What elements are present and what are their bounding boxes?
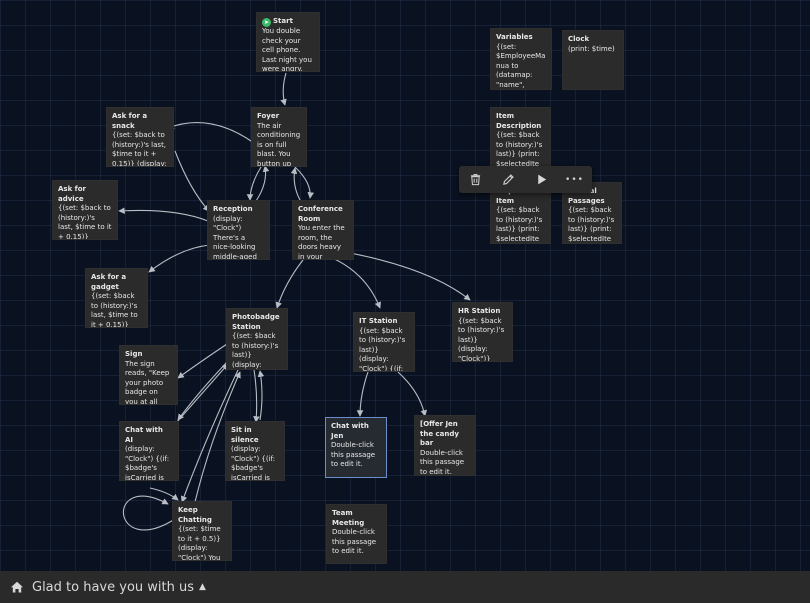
passage-excerpt: {(set: $back to (history:)'s last)} (pri… [496, 206, 543, 243]
passage-hr-station[interactable]: HR Station {(set: $back to (history:)'s … [452, 302, 513, 362]
passage-start[interactable]: ➤ Start You double check your cell phone.… [256, 12, 320, 72]
passage-sign[interactable]: Sign The sign reads, "Keep your photo ba… [119, 345, 178, 405]
trash-icon [470, 173, 481, 186]
passage-excerpt: {(set: $back to (history:)'s last)} (dis… [359, 326, 406, 372]
passage-title: Chat with Jen [331, 422, 369, 440]
passage-clock[interactable]: Clock (print: $time) [562, 30, 624, 90]
story-map[interactable]: ➤ Start You double check your cell phone.… [0, 0, 810, 571]
passage-toolbar: ••• [459, 166, 592, 193]
passage-excerpt: (display: "Clock") There's a nice-lookin… [213, 214, 257, 260]
link-reception-advice [118, 207, 209, 222]
passage-title: Sign [125, 350, 143, 358]
passage-excerpt: {(set: $back to (history:)'s last, $time… [58, 204, 112, 240]
link-photobadge-sit [253, 369, 260, 423]
link-start-foyer [280, 72, 287, 106]
passage-title: Clock [568, 35, 590, 43]
passage-offer-jen-candy-bar[interactable]: [Offer Jen the candy bar Double-click th… [414, 415, 476, 476]
delete-button[interactable] [459, 166, 492, 193]
home-icon[interactable] [10, 580, 24, 594]
passage-conference-room[interactable]: Conference Room You enter the room, the … [292, 200, 354, 260]
link-photobadge-sign [177, 341, 231, 379]
passage-team-meeting[interactable]: Team Meeting Double-click this passage t… [326, 504, 387, 564]
link-keep-self [122, 495, 176, 531]
passage-keep-chatting[interactable]: Keep Chatting {(set: $time to it + 0.5)}… [172, 501, 232, 561]
passage-ask-advice[interactable]: Ask for advice {(set: $back to (history:… [52, 180, 118, 240]
pencil-icon [503, 174, 514, 185]
passage-title: [Offer Jen the candy bar [420, 420, 459, 447]
edit-button[interactable] [492, 166, 525, 193]
passage-title: Photobadge Station [232, 313, 280, 331]
link-reception-gadget [148, 244, 211, 273]
link-snack-reception [174, 150, 210, 212]
passage-title: Variables [496, 33, 533, 41]
passage-title: Item Description [496, 112, 542, 130]
passage-photobadge-station[interactable]: Photobadge Station {(set: $back to (hist… [226, 308, 288, 370]
passage-foyer[interactable]: Foyer The air conditioning is on full bl… [251, 107, 307, 167]
passage-title: Keep Chatting [178, 506, 212, 524]
passage-title: Team Meeting [332, 509, 365, 527]
passage-title: Sit in silence [231, 426, 259, 444]
more-button[interactable]: ••• [558, 166, 591, 193]
footer-bar[interactable]: Glad to have you with us ▲ [0, 571, 810, 603]
passage-title: Chat with AI [125, 426, 163, 444]
passage-variables[interactable]: Variables {(set: $EmployeeManua to (data… [490, 28, 552, 90]
passage-excerpt: {(set: $back to (history:)'s last)} (pri… [568, 206, 615, 243]
passage-sit-in-silence[interactable]: Sit in silence (display: "Clock") {(if: … [225, 421, 285, 481]
passage-item-description[interactable]: Item Description {(set: $back to (histor… [490, 107, 551, 169]
passage-chat-with-jen[interactable]: Chat with Jen Double-click this passage … [325, 417, 387, 478]
passage-title: IT Station [359, 317, 398, 325]
passage-excerpt: (print: $time) [568, 44, 615, 53]
link-conference-it [324, 254, 381, 309]
play-icon [538, 174, 547, 185]
ellipsis-icon: ••• [565, 174, 584, 185]
passage-excerpt: {(set: $back to (history:)'s last, $time… [112, 131, 167, 167]
passage-excerpt: (display: "Clock") {(if: $badge's isCarr… [231, 445, 276, 481]
link-sit-photobadge [257, 370, 265, 421]
passage-excerpt: {(set: $time to it + 0.5)} (display: "Cl… [178, 525, 221, 561]
caret-up-icon[interactable]: ▲ [199, 582, 206, 592]
passage-excerpt: (display: "Clock") {(if: $badge's isCarr… [125, 445, 170, 481]
passage-title: Ask for a gadget [91, 273, 127, 291]
link-reception-foyer [255, 165, 270, 202]
passage-title: Foyer [257, 112, 280, 120]
link-conference-foyer [290, 167, 301, 201]
link-it-offerjen [397, 371, 428, 417]
passage-excerpt: {(set: $back to (history:)'s last)} (pri… [496, 131, 543, 168]
passage-excerpt: You enter the room, the doors heavy in y… [298, 224, 345, 260]
passage-chat-with-ai[interactable]: Chat with AI (display: "Clock") {(if: $b… [119, 421, 179, 481]
passage-title: Ask for advice [58, 185, 86, 203]
link-conference-photobadge [275, 259, 304, 309]
passage-excerpt: {(set: $back to (history:)'s last)} (dis… [232, 332, 279, 369]
passage-ask-snack[interactable]: Ask for a snack {(set: $back to (history… [106, 107, 174, 167]
passage-title: Reception [213, 205, 253, 213]
rocket-icon: ➤ [262, 18, 271, 27]
passage-excerpt: {(set: $back to (history:)'s last)} (dis… [458, 316, 507, 362]
passage-excerpt: The air conditioning is on full blast. Y… [257, 121, 301, 167]
passage-ask-gadget[interactable]: Ask for a gadget {(set: $back to (histor… [85, 268, 148, 328]
passage-title: HR Station [458, 307, 501, 315]
passage-it-station[interactable]: IT Station {(set: $back to (history:)'s … [353, 312, 415, 372]
passage-excerpt: Double-click this passage to edit it. [331, 441, 378, 468]
passage-title: Ask for a snack [112, 112, 148, 130]
passage-excerpt: You double check your cell phone. Last n… [262, 27, 312, 72]
passage-reception[interactable]: Reception (display: "Clock") There's a n… [207, 200, 270, 260]
passage-title: Start [273, 17, 293, 25]
link-foyer-snack [167, 122, 255, 144]
passage-excerpt: Double-click this passage to edit it. [332, 528, 379, 555]
passage-title: Conference Room [298, 205, 343, 223]
link-conference-hr [344, 251, 471, 301]
passage-excerpt: Double-click this passage to edit it. [420, 448, 467, 476]
footer-label[interactable]: Glad to have you with us [32, 580, 194, 595]
test-button[interactable] [525, 166, 558, 193]
link-chat-photobadge [175, 363, 229, 424]
passage-excerpt: The sign reads, "Keep your photo badge o… [125, 359, 170, 405]
passage-excerpt: {(set: $back to (history:)'s last, $time… [91, 292, 138, 328]
link-it-chatjen [356, 371, 369, 417]
passage-excerpt: {(set: $EmployeeManua to (datamap: "name… [496, 42, 546, 89]
